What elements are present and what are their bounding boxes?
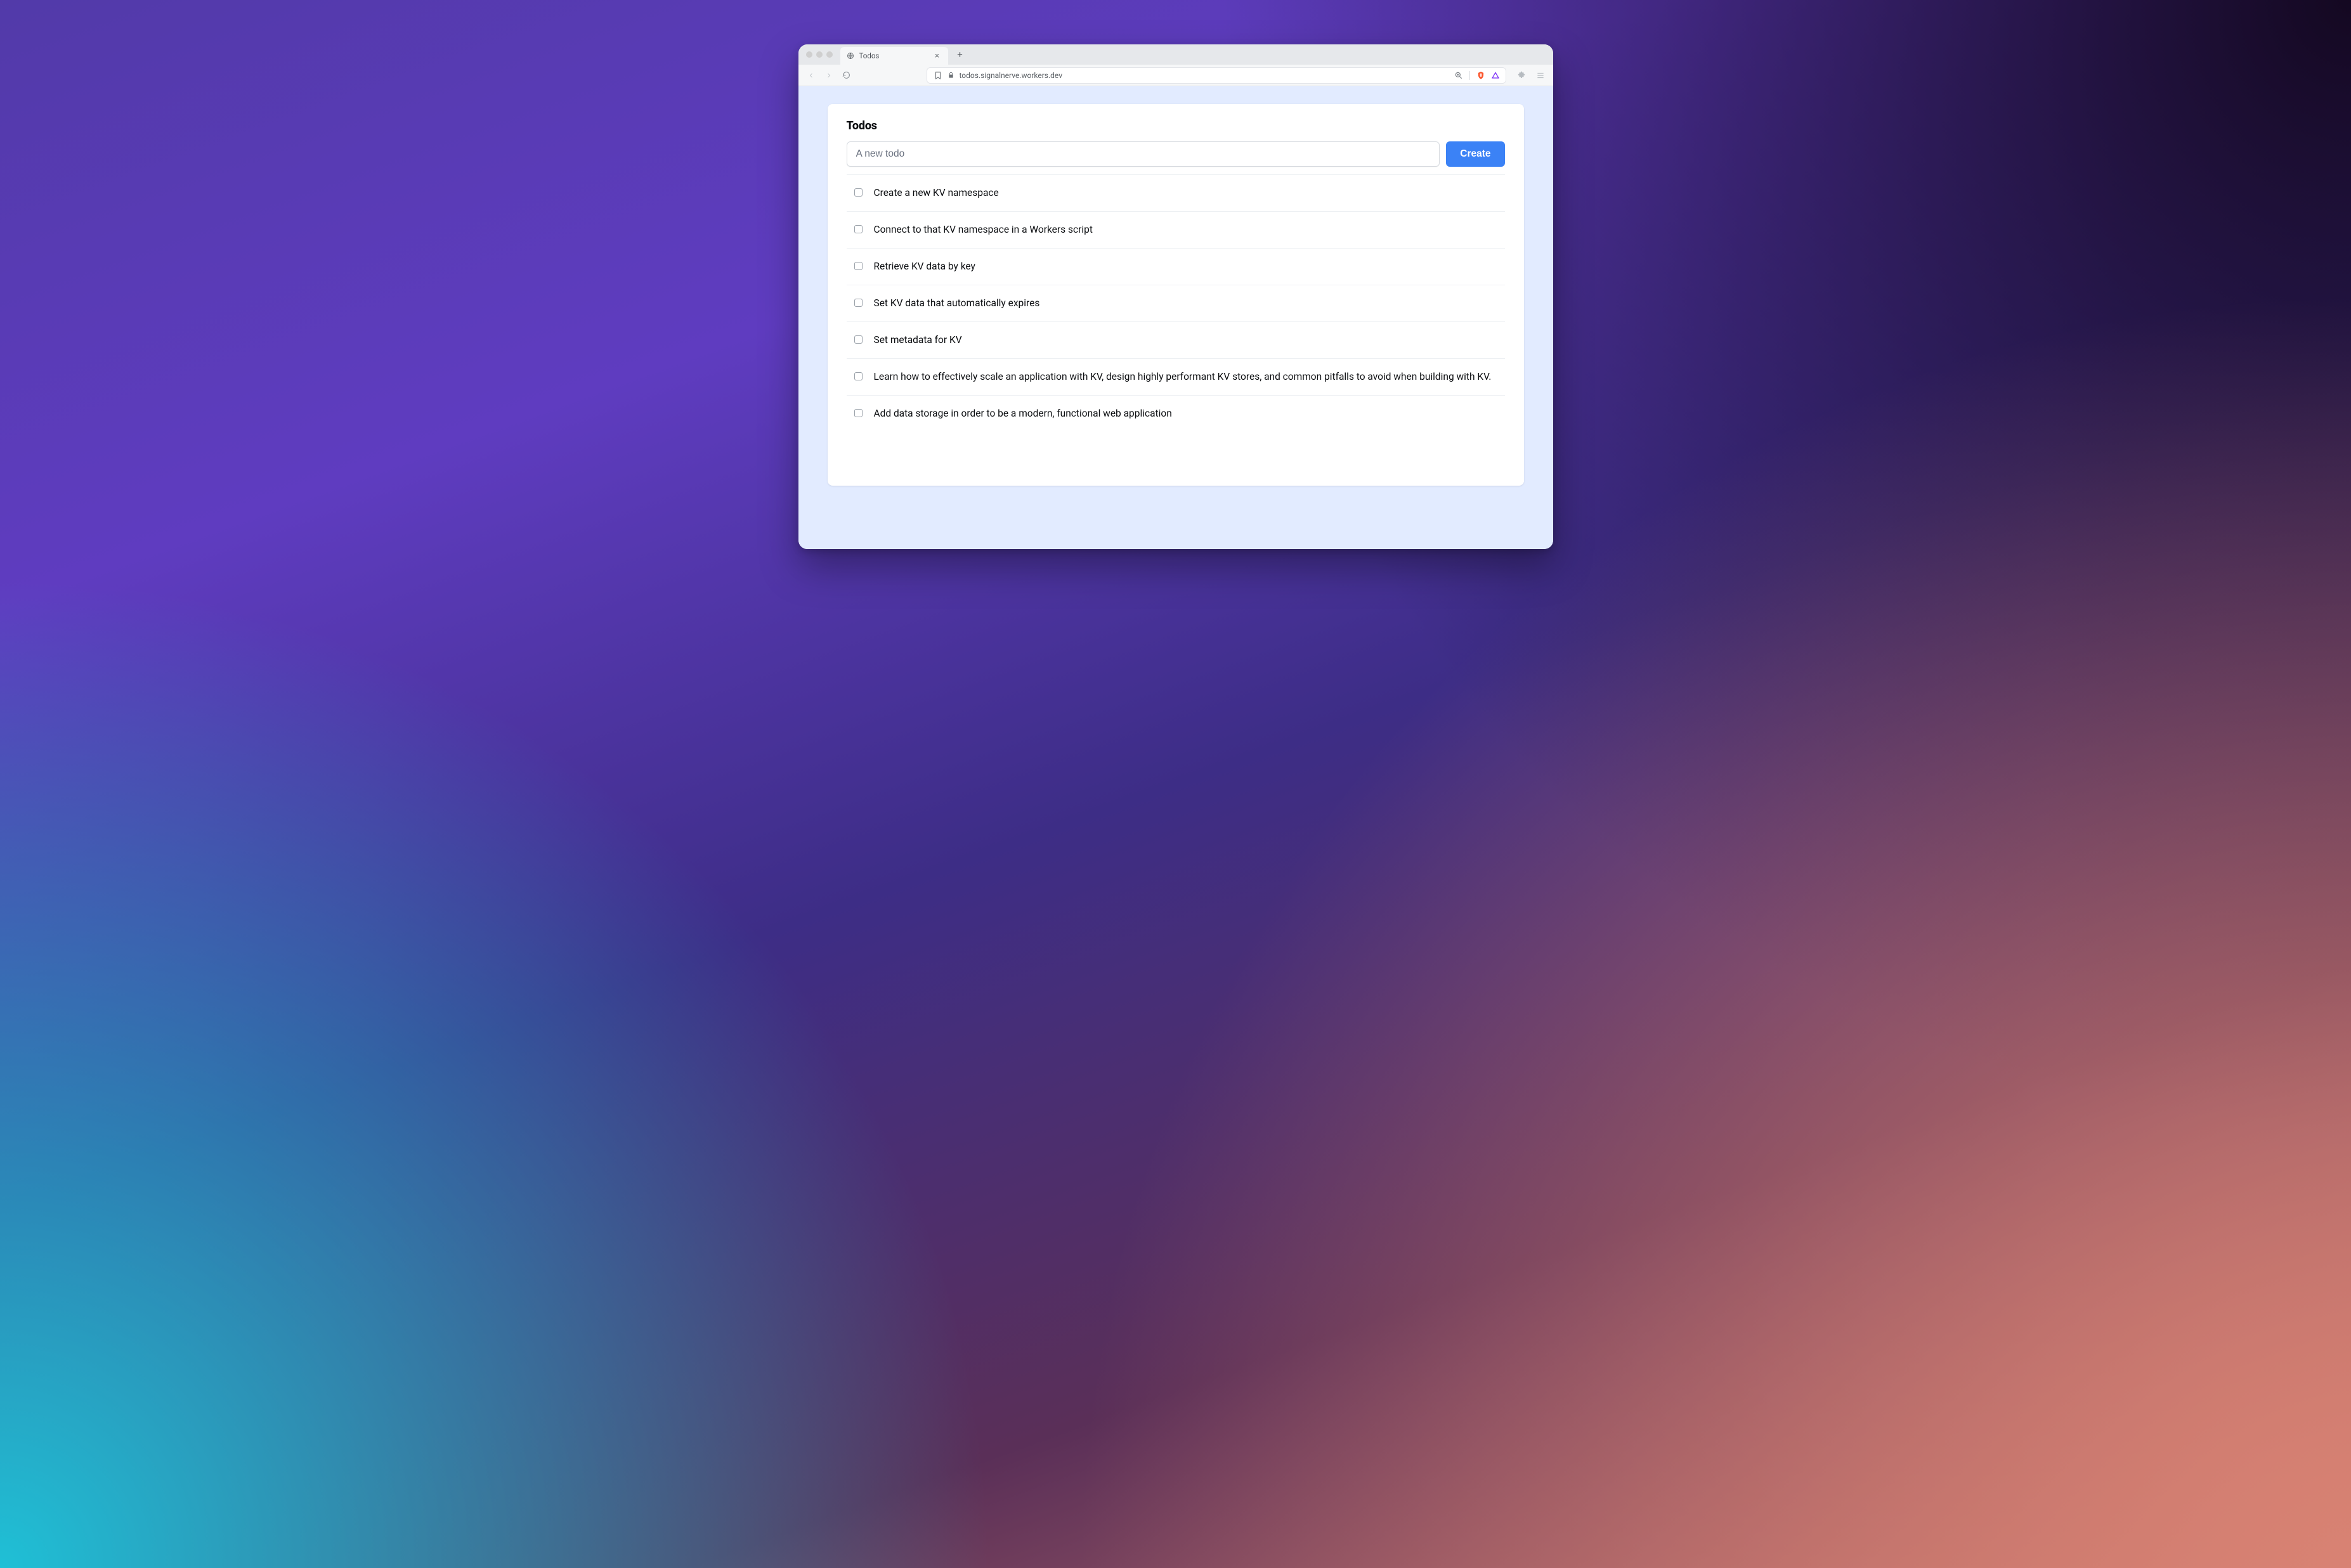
todo-label: Add data storage in order to be a modern… [874, 407, 1497, 420]
tab-title: Todos [859, 51, 928, 60]
todo-label: Create a new KV namespace [874, 186, 1497, 200]
traffic-light-close[interactable] [806, 51, 812, 58]
todo-item: Connect to that KV namespace in a Worker… [847, 211, 1505, 248]
globe-icon [847, 52, 854, 60]
create-button[interactable]: Create [1446, 141, 1504, 167]
todo-checkbox[interactable] [854, 409, 863, 417]
todo-item: Add data storage in order to be a modern… [847, 395, 1505, 432]
chevron-left-icon [807, 72, 815, 79]
page-title: Todos [847, 119, 1505, 133]
extensions-button[interactable] [1515, 69, 1528, 82]
browser-window: Todos × + todos.signalnerve.workers.dev [798, 44, 1553, 549]
puzzle-icon [1517, 71, 1526, 80]
todo-checkbox[interactable] [854, 299, 863, 307]
todo-item: Set metadata for KV [847, 321, 1505, 358]
window-controls [798, 51, 840, 58]
todo-label: Set metadata for KV [874, 334, 1497, 347]
menu-button[interactable] [1534, 69, 1547, 82]
todo-checkbox[interactable] [854, 225, 863, 233]
traffic-light-minimize[interactable] [816, 51, 823, 58]
tab-close-button[interactable]: × [933, 51, 942, 60]
reload-icon [842, 71, 850, 79]
new-tab-button[interactable]: + [952, 46, 968, 63]
todo-checkbox[interactable] [854, 188, 863, 197]
todo-item: Learn how to effectively scale an applic… [847, 358, 1505, 395]
todo-list: Create a new KV namespace Connect to that… [847, 174, 1505, 431]
tab-strip: Todos × + [798, 44, 1553, 65]
lock-icon [948, 72, 954, 79]
brave-shield-icon[interactable] [1476, 71, 1485, 80]
forward-button[interactable] [823, 69, 835, 82]
todo-checkbox[interactable] [854, 262, 863, 270]
separator [1469, 71, 1470, 80]
address-bar[interactable]: todos.signalnerve.workers.dev [927, 67, 1506, 84]
todo-label: Retrieve KV data by key [874, 260, 1497, 273]
toolbar-right [1511, 69, 1547, 82]
new-todo-input[interactable] [847, 141, 1440, 167]
todo-checkbox[interactable] [854, 372, 863, 380]
todo-item: Retrieve KV data by key [847, 248, 1505, 285]
new-todo-row: Create [847, 141, 1505, 167]
traffic-light-zoom[interactable] [826, 51, 833, 58]
chevron-right-icon [825, 72, 833, 79]
reload-button[interactable] [840, 69, 853, 82]
todo-item: Create a new KV namespace [847, 174, 1505, 211]
browser-tab[interactable]: Todos × [840, 47, 948, 65]
address-bar-actions [1454, 71, 1499, 80]
todos-card: Todos Create Create a new KV namespace Co… [828, 104, 1524, 486]
url-text: todos.signalnerve.workers.dev [960, 71, 1449, 80]
hamburger-icon [1536, 71, 1545, 80]
page-viewport: Todos Create Create a new KV namespace Co… [798, 86, 1553, 549]
bookmark-icon[interactable] [934, 71, 942, 80]
back-button[interactable] [805, 69, 817, 82]
browser-toolbar: todos.signalnerve.workers.dev [798, 65, 1553, 86]
todo-label: Learn how to effectively scale an applic… [874, 370, 1497, 384]
todo-item: Set KV data that automatically expires [847, 285, 1505, 321]
todo-label: Set KV data that automatically expires [874, 297, 1497, 310]
todo-checkbox[interactable] [854, 335, 863, 344]
zoom-icon[interactable] [1454, 71, 1463, 80]
todo-label: Connect to that KV namespace in a Worker… [874, 223, 1497, 236]
bat-icon[interactable] [1492, 72, 1499, 79]
